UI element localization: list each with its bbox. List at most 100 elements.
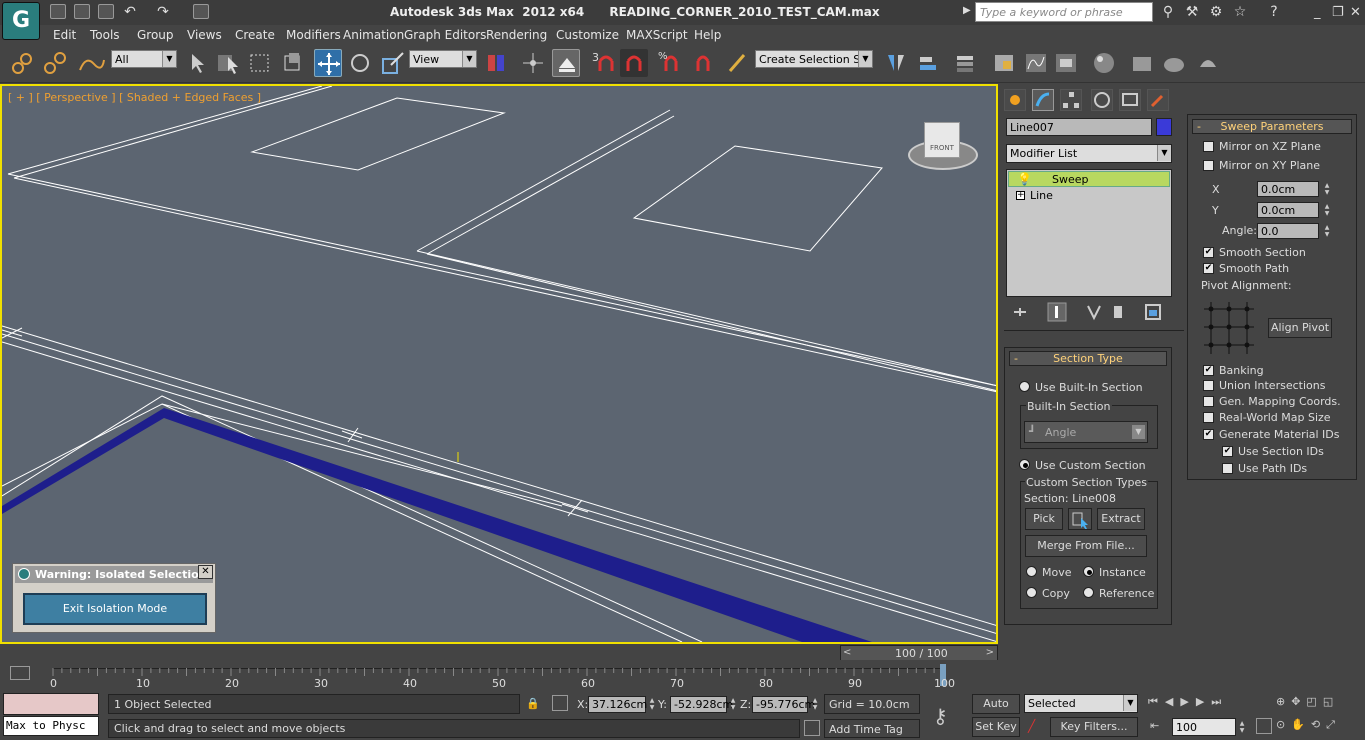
material-editor-icon[interactable] [1090,49,1118,77]
close-icon[interactable]: ✕ [1350,5,1361,20]
show-end-result-icon[interactable] [1047,302,1067,322]
curve-editor-icon[interactable] [1022,49,1050,77]
lock-icon[interactable]: 🔒 [526,697,540,710]
time-slider[interactable]: < 100 / 100 > [840,645,998,661]
expand-icon[interactable]: + [1016,191,1025,200]
menu-graph-editors[interactable]: Graph Editors [404,28,486,42]
graphite-ribbon-icon[interactable] [990,49,1018,77]
banking-checkbox[interactable]: ✔ [1203,365,1214,376]
redo-icon[interactable]: ↷ [155,4,171,20]
object-name-field[interactable]: Line007 [1006,118,1152,136]
bind-space-warp-icon[interactable] [79,59,105,71]
angle-field[interactable]: 0.0 [1257,223,1319,239]
set-key-icon[interactable]: ⚷ [933,704,948,728]
select-by-name-icon[interactable] [214,49,242,77]
restore-icon[interactable]: ❐ [1332,5,1344,20]
select-object-icon[interactable] [184,49,212,77]
named-selection-set-dropdown[interactable]: Create Selection Se ▼ [755,50,873,68]
viewport-nav-top[interactable]: ⊕✥◰◱ [1276,695,1362,711]
section-type-header[interactable]: - Section Type [1009,351,1167,366]
rectangular-selection-icon[interactable] [246,49,274,77]
search-input[interactable]: Type a keyword or phrase [975,2,1153,22]
unlink-icon[interactable] [44,52,66,74]
display-tab-icon[interactable] [1119,89,1141,111]
undo-icon[interactable]: ↶ [122,4,138,20]
menu-maxscript[interactable]: MAXScript [626,28,688,42]
edit-named-selection-icon[interactable] [724,49,752,77]
menu-animation[interactable]: Animation [343,28,404,42]
align-icon[interactable] [914,49,942,77]
select-and-scale-icon[interactable] [379,49,407,77]
modify-tab-icon[interactable] [1032,89,1054,111]
binoculars-icon[interactable]: ⚲ [1160,4,1176,20]
render-production-icon[interactable] [1194,49,1222,77]
smooth-section-checkbox[interactable]: ✔ [1203,247,1214,258]
star-icon[interactable]: ☆ [1232,4,1248,20]
create-tab-icon[interactable] [1004,89,1026,111]
extract-button[interactable]: Extract [1097,508,1145,530]
z-coordinate-field[interactable]: -95.776cm [752,696,815,713]
manipulate-icon[interactable] [519,49,547,77]
viewport-nav-bottom[interactable]: ⊙✋⟲⤢ [1276,718,1362,734]
absolute-mode-icon[interactable] [552,695,568,711]
spinner-snap-icon[interactable] [690,49,718,77]
object-color-swatch[interactable] [1156,118,1172,136]
gen-material-ids-checkbox[interactable]: ✔ [1203,429,1214,440]
builtin-section-dropdown[interactable]: ┛ Angle ▼ [1024,421,1148,443]
minimize-icon[interactable]: _ [1314,5,1321,20]
keyboard-shortcut-override-icon[interactable] [552,49,580,77]
key-mode-toggle-icon[interactable]: ⇤ [1150,719,1159,732]
angle-snap-icon[interactable] [620,49,648,77]
default-tangent-icon[interactable]: ╱ [1028,719,1035,733]
stack-item-sweep[interactable]: 💡 Sweep [1008,171,1170,187]
modifier-list-dropdown[interactable]: Modifier List ▼ [1006,144,1172,163]
menu-help[interactable]: Help [694,28,721,42]
project-folder-icon[interactable] [193,4,209,19]
use-builtin-radio[interactable] [1019,381,1030,392]
gen-mapping-checkbox[interactable] [1203,396,1214,407]
maxscript-listener-output[interactable] [3,693,99,715]
snap-toggle-icon[interactable]: 3 [590,49,618,77]
use-custom-radio[interactable] [1019,459,1030,470]
current-frame-field[interactable]: 100 [1172,718,1236,736]
pin-stack-icon[interactable] [1014,308,1026,316]
window-crossing-icon[interactable] [278,49,306,77]
x-offset-spinner[interactable]: ▲ ▼ [1323,182,1331,196]
menu-views[interactable]: Views [187,28,222,42]
menu-customize[interactable]: Customize [556,28,619,42]
mirror-xy-checkbox[interactable] [1203,160,1214,171]
previous-frame-icon[interactable]: < [843,647,851,658]
set-key-button[interactable]: Set Key [972,717,1020,737]
time-configuration-icon[interactable] [1256,718,1272,734]
add-time-tag[interactable]: Add Time Tag [824,719,920,738]
utilities-tab-icon[interactable] [1147,89,1169,111]
pivot-center-icon[interactable] [482,49,510,77]
mirror-xz-checkbox[interactable] [1203,141,1214,152]
union-intersections-checkbox[interactable] [1203,380,1214,391]
menu-modifiers[interactable]: Modifiers [286,28,341,42]
angle-spinner[interactable]: ▲ ▼ [1323,224,1331,238]
mirror-icon[interactable] [882,49,910,77]
exchange-icon[interactable]: ⚙ [1208,4,1224,20]
align-pivot-button[interactable]: Align Pivot [1268,318,1332,338]
playback-controls[interactable]: ⏮◀▶▶⏭ [1148,695,1268,713]
auto-key-button[interactable]: Auto Key [972,694,1020,728]
rendered-frame-window-icon[interactable] [1160,49,1188,77]
reference-radio[interactable] [1083,587,1094,598]
menu-edit[interactable]: Edit [53,28,76,42]
track-bar[interactable]: 0 10 20 30 40 50 60 70 80 90 100 [0,660,1000,690]
z-spinner[interactable]: ▲ ▼ [811,697,819,711]
motion-tab-icon[interactable] [1091,89,1113,111]
menu-group[interactable]: Group [137,28,174,42]
reference-coordinate-dropdown[interactable]: View ▼ [409,50,477,68]
y-offset-field[interactable]: 0.0cm [1257,202,1319,218]
pick-shape-icon[interactable] [1068,508,1092,530]
perspective-viewport[interactable]: [ + ] [ Perspective ] [ Shaded + Edged F… [0,84,998,644]
configure-modifier-sets-icon[interactable] [1145,304,1161,320]
key-mode-dropdown[interactable]: Selected ▼ [1024,694,1138,713]
x-coordinate-field[interactable]: 37.126cm [588,696,647,713]
next-frame-icon[interactable]: > [986,647,994,658]
sweep-parameters-header[interactable]: - Sweep Parameters [1192,119,1352,134]
close-icon[interactable]: ✕ [198,565,213,579]
smooth-path-checkbox[interactable]: ✔ [1203,263,1214,274]
